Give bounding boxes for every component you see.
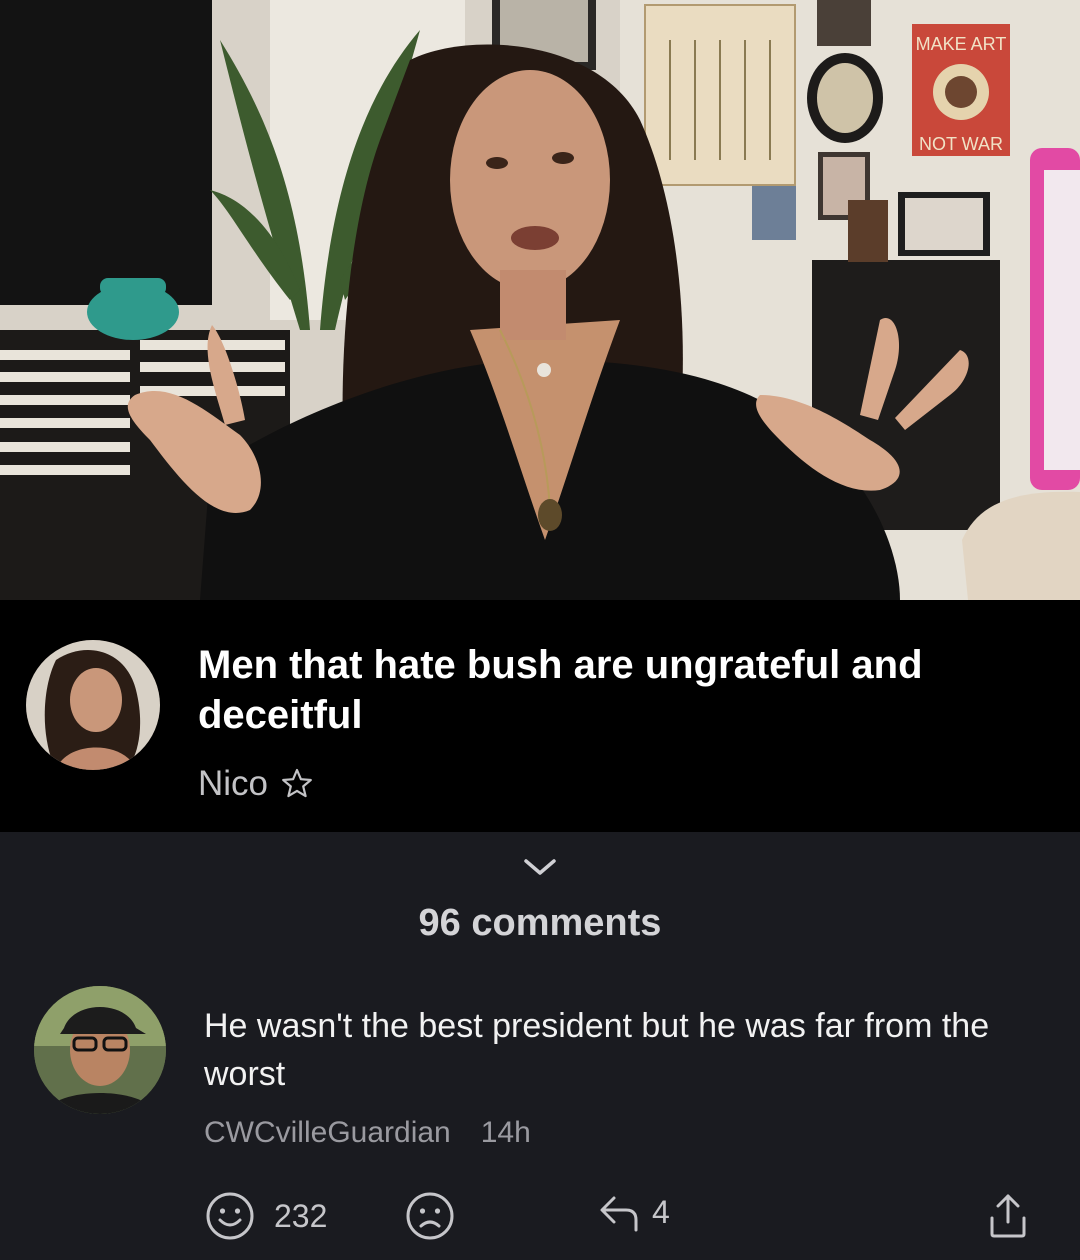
like-button[interactable]: 232 bbox=[204, 1190, 327, 1242]
poster-text-top: MAKE ART bbox=[916, 34, 1007, 54]
smile-icon bbox=[206, 1192, 254, 1240]
comment-age: 14h bbox=[480, 1116, 531, 1149]
chevron-down-icon[interactable] bbox=[520, 852, 560, 882]
post-author-name[interactable]: Nico bbox=[198, 764, 268, 804]
comments-count: 96 comments bbox=[418, 902, 662, 944]
author-avatar-image bbox=[26, 640, 160, 770]
commenter-avatar[interactable] bbox=[34, 986, 166, 1114]
reels-comment-screen: MAKE ART NOT WAR Men that hate bush are … bbox=[0, 0, 1080, 1260]
comment-meta: CWCvilleGuardian 14h bbox=[204, 1116, 531, 1150]
like-count: 232 bbox=[274, 1197, 328, 1234]
post-title: Men that hate bush are ungrateful and de… bbox=[198, 643, 923, 737]
comment-author[interactable]: CWCvilleGuardian bbox=[204, 1116, 451, 1150]
video-still-illustration: MAKE ART NOT WAR bbox=[0, 0, 1080, 600]
reply-button[interactable]: 4 bbox=[596, 1190, 670, 1234]
tv-screen bbox=[0, 0, 212, 305]
comment-actions: 232 4 bbox=[0, 1190, 1080, 1250]
reply-arrow-icon bbox=[600, 1196, 638, 1232]
post-author-row[interactable]: Nico bbox=[198, 764, 314, 804]
video-frame[interactable]: MAKE ART NOT WAR bbox=[0, 0, 1080, 600]
commenter-avatar-image bbox=[34, 986, 166, 1114]
share-icon bbox=[990, 1194, 1026, 1238]
share-button[interactable] bbox=[984, 1190, 1032, 1242]
frown-icon bbox=[406, 1192, 454, 1240]
author-avatar[interactable] bbox=[26, 640, 160, 770]
reply-count: 4 bbox=[652, 1193, 670, 1230]
dislike-button[interactable] bbox=[404, 1190, 456, 1242]
poster-text-bottom: NOT WAR bbox=[919, 134, 1003, 154]
comment-text: He wasn't the best president but he was … bbox=[204, 1007, 990, 1093]
star-outline-icon[interactable] bbox=[280, 767, 314, 801]
